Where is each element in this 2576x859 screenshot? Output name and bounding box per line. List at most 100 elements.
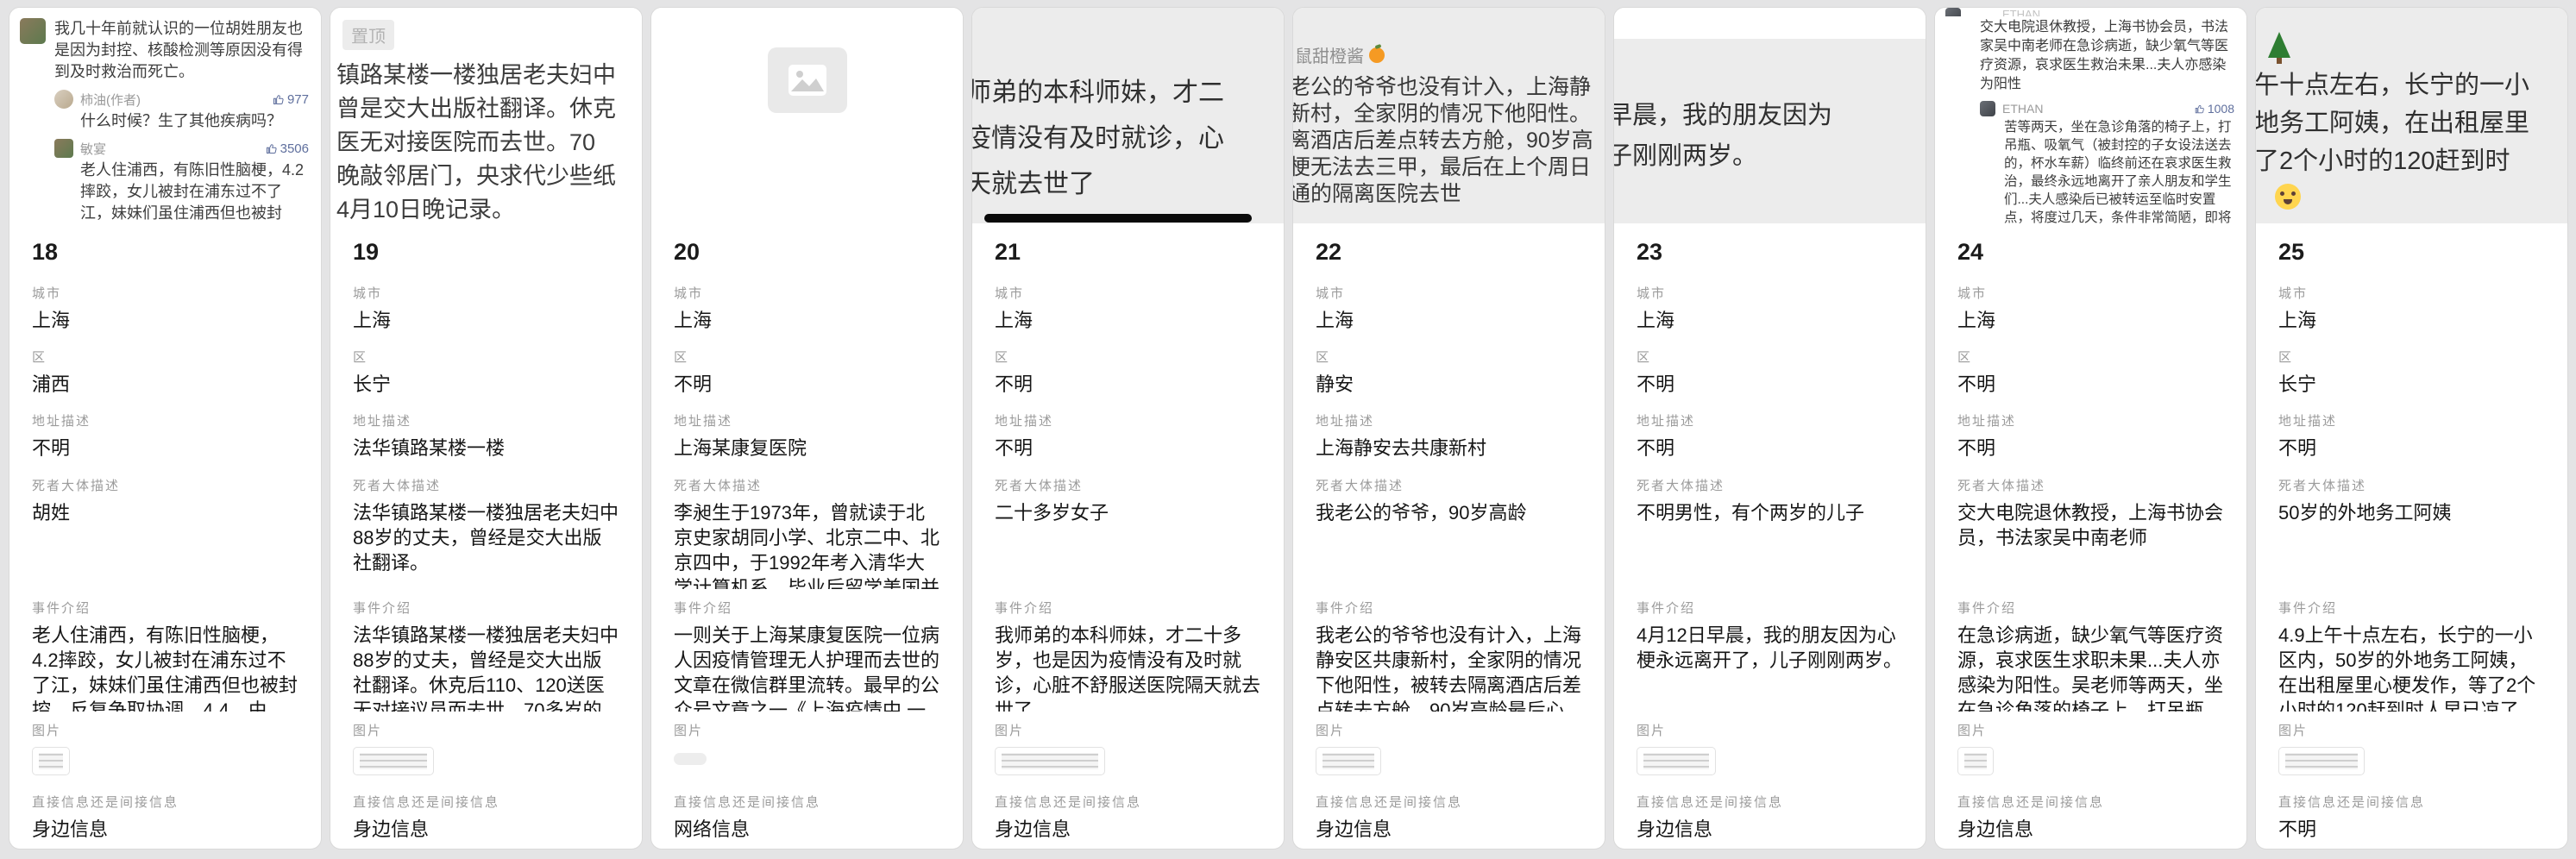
- field-image: 图片: [995, 712, 1261, 783]
- attachment-thumbnail[interactable]: [1957, 747, 1994, 775]
- field-label-district: 区: [2278, 338, 2545, 366]
- field-label-address: 地址描述: [1637, 402, 1903, 430]
- record-card-22[interactable]: 鼠甜橙酱 老公的爷爷也没有计入，上海静 新村，全家阴的情况下他阳性。 离酒店后差…: [1292, 7, 1605, 850]
- field-direct: 直接信息还是间接信息 身边信息: [995, 783, 1261, 848]
- field-value-direct: 身边信息: [353, 817, 619, 843]
- field-label-image: 图片: [1637, 712, 1903, 739]
- field-label-deceased: 死者大体描述: [1316, 467, 1582, 494]
- avatar: [1980, 101, 1995, 116]
- field-district: 区 静安: [1316, 338, 1582, 402]
- cover-screenshot[interactable]: 鼠甜橙酱 老公的爷爷也没有计入，上海静 新村，全家阴的情况下他阳性。 离酒店后差…: [1293, 8, 1605, 223]
- field-image: 图片: [2278, 712, 2545, 783]
- poster-name: 鼠甜橙酱: [1295, 42, 1605, 67]
- field-image: 图片: [1316, 712, 1582, 783]
- field-value-direct: 网络信息: [674, 817, 940, 843]
- record-card-21[interactable]: 师弟的本科师妹，才二 疫情没有及时就诊，心 天就去世了 21 城市 上海 区 不…: [971, 7, 1285, 850]
- field-label-address: 地址描述: [1316, 402, 1582, 430]
- record-card-25[interactable]: 午十点左右，长宁的一小 地务工阿姨，在出租屋里 了2个小时的120赶到时 25 …: [2255, 7, 2568, 850]
- image-placeholder: [768, 47, 847, 113]
- field-label-address: 地址描述: [674, 402, 940, 430]
- field-label-direct: 直接信息还是间接信息: [1637, 783, 1903, 811]
- record-card-24[interactable]: ETHAN 交大电院退休教授，上海书协会员，书法家吴中南老师在急诊病逝，缺少氧气…: [1934, 7, 2247, 850]
- field-value-event: 在急诊病逝，缺少氧气等医疗资源，哀求医生求职未果...夫人亦感染为阳性。吴老师等…: [1957, 623, 2224, 712]
- field-value-event: 老人住浦西，有陈旧性脑梗，4.2摔跤，女儿被封在浦东过不了江，妹妹们虽住浦西但也…: [32, 623, 298, 712]
- field-value-direct: 身边信息: [32, 817, 298, 843]
- field-label-event: 事件介绍: [2278, 589, 2545, 617]
- field-label-deceased: 死者大体描述: [2278, 467, 2545, 494]
- field-value-city: 上海: [1316, 308, 1582, 334]
- field-district: 区 不明: [1637, 338, 1903, 402]
- field-image: 图片: [32, 712, 298, 783]
- cover-screenshot[interactable]: 置顶 镇路某楼一楼独居老夫妇中 曾是交大出版社翻译。休克 医无对接医院而去世。7…: [330, 8, 642, 223]
- field-label-city: 城市: [353, 274, 619, 302]
- field-label-event: 事件介绍: [353, 589, 619, 617]
- field-value-address: 不明: [32, 436, 298, 461]
- post-text: 师弟的本科师妹，才二 疫情没有及时就诊，心 天就去世了: [972, 70, 1284, 207]
- field-label-direct: 直接信息还是间接信息: [1316, 783, 1582, 811]
- record-card-18[interactable]: 我几十年前就认识的一位胡姓朋友也是因为封控、核酸检测等原因没有得到及时救治而死亡…: [9, 7, 322, 850]
- field-value-city: 上海: [1637, 308, 1903, 334]
- field-value-deceased: 胡姓: [32, 500, 298, 525]
- record-number: 19: [353, 237, 619, 266]
- record-card-19[interactable]: 置顶 镇路某楼一楼独居老夫妇中 曾是交大出版社翻译。休克 医无对接医院而去世。7…: [330, 7, 643, 850]
- attachment-thumbnail[interactable]: [1637, 747, 1716, 775]
- field-city: 城市 上海: [2278, 274, 2545, 338]
- field-event: 事件介绍 在急诊病逝，缺少氧气等医疗资源，哀求医生求职未果...夫人亦感染为阳性…: [1957, 589, 2224, 712]
- field-city: 城市 上海: [1957, 274, 2224, 338]
- field-address: 地址描述 不明: [1957, 402, 2224, 467]
- record-card-23[interactable]: 早晨，我的朋友因为 子刚刚两岁。 23 城市 上海 区 不明 地址描述 不明 死…: [1613, 7, 1926, 850]
- field-event: 事件介绍 一则关于上海某康复医院一位病人因疫情管理无人护理而去世的文章在微信群里…: [674, 589, 940, 712]
- attachment-thumbnail[interactable]: [32, 747, 70, 775]
- field-value-district: 不明: [1637, 372, 1903, 398]
- field-value-district: 不明: [1957, 372, 2224, 398]
- field-value-district: 不明: [674, 372, 940, 398]
- field-city: 城市 上海: [1316, 274, 1582, 338]
- field-value-address: 不明: [1637, 436, 1903, 461]
- field-value-city: 上海: [995, 308, 1261, 334]
- field-label-city: 城市: [674, 274, 940, 302]
- attachment-thumbnail[interactable]: [2278, 747, 2365, 775]
- field-label-image: 图片: [674, 712, 940, 739]
- redaction-bar: [984, 214, 1252, 223]
- cover-screenshot[interactable]: ETHAN 交大电院退休教授，上海书协会员，书法家吴中南老师在急诊病逝，缺少氧气…: [1935, 8, 2246, 223]
- attachment-thumbnail[interactable]: [674, 753, 707, 765]
- field-label-deceased: 死者大体描述: [1637, 467, 1903, 494]
- attachment-thumbnail[interactable]: [353, 747, 434, 775]
- screenshot-header-band: [1614, 8, 1926, 39]
- field-deceased: 死者大体描述 交大电院退休教授，上海书协会员，书法家吴中南老师: [1957, 467, 2224, 589]
- field-value-district: 长宁: [353, 372, 619, 398]
- field-label-city: 城市: [32, 274, 298, 302]
- field-direct: 直接信息还是间接信息 不明: [2278, 783, 2545, 848]
- cover-screenshot[interactable]: 午十点左右，长宁的一小 地务工阿姨，在出租屋里 了2个小时的120赶到时: [2256, 8, 2567, 223]
- cover-screenshot[interactable]: [651, 8, 963, 223]
- field-image: 图片: [674, 712, 940, 783]
- attachment-thumbnail[interactable]: [1316, 747, 1381, 775]
- field-label-deceased: 死者大体描述: [1957, 467, 2224, 494]
- post-text: 镇路某楼一楼独居老夫妇中 曾是交大出版社翻译。休克 医无对接医院而去世。70 晚…: [336, 59, 642, 223]
- tree-emoji: [2268, 32, 2290, 58]
- crying-emoji: [2275, 184, 2301, 210]
- field-district: 区 不明: [1957, 338, 2224, 402]
- field-value-deceased: 交大电院退休教授，上海书协会员，书法家吴中南老师: [1957, 500, 2224, 550]
- field-event: 事件介绍 我师弟的本科师妹，才二十多岁，也是因为疫情没有及时就诊，心脏不舒服送医…: [995, 589, 1261, 712]
- field-label-district: 区: [674, 338, 940, 366]
- field-label-direct: 直接信息还是间接信息: [1957, 783, 2224, 811]
- field-label-direct: 直接信息还是间接信息: [32, 783, 298, 811]
- field-value-district: 浦西: [32, 372, 298, 398]
- field-value-deceased: 不明男性，有个两岁的儿子: [1637, 500, 1903, 525]
- cover-screenshot[interactable]: 师弟的本科师妹，才二 疫情没有及时就诊，心 天就去世了: [972, 8, 1284, 223]
- cover-screenshot[interactable]: 我几十年前就认识的一位胡姓朋友也是因为封控、核酸检测等原因没有得到及时救治而死亡…: [9, 8, 321, 223]
- comment-text: 老人住浦西，有陈旧性脑梗，4.2摔跤，女儿被封在浦东过不了江，妹妹们虽住浦西但也…: [80, 160, 309, 223]
- record-number: 23: [1637, 237, 1903, 266]
- gallery-board: 我几十年前就认识的一位胡姓朋友也是因为封控、核酸检测等原因没有得到及时救治而死亡…: [0, 0, 2576, 859]
- field-value-direct: 身边信息: [1316, 817, 1582, 843]
- attachment-thumbnail[interactable]: [995, 747, 1105, 775]
- commenter-name: 敏宴: [80, 140, 265, 158]
- field-value-city: 上海: [32, 308, 298, 334]
- field-value-city: 上海: [674, 308, 940, 334]
- field-label-address: 地址描述: [2278, 402, 2545, 430]
- record-card-20[interactable]: 20 城市 上海 区 不明 地址描述 上海某康复医院 死者大体描述 李昶生于19…: [650, 7, 964, 850]
- cover-screenshot[interactable]: 早晨，我的朋友因为 子刚刚两岁。: [1614, 8, 1926, 223]
- field-label-event: 事件介绍: [995, 589, 1261, 617]
- avatar: [20, 18, 46, 44]
